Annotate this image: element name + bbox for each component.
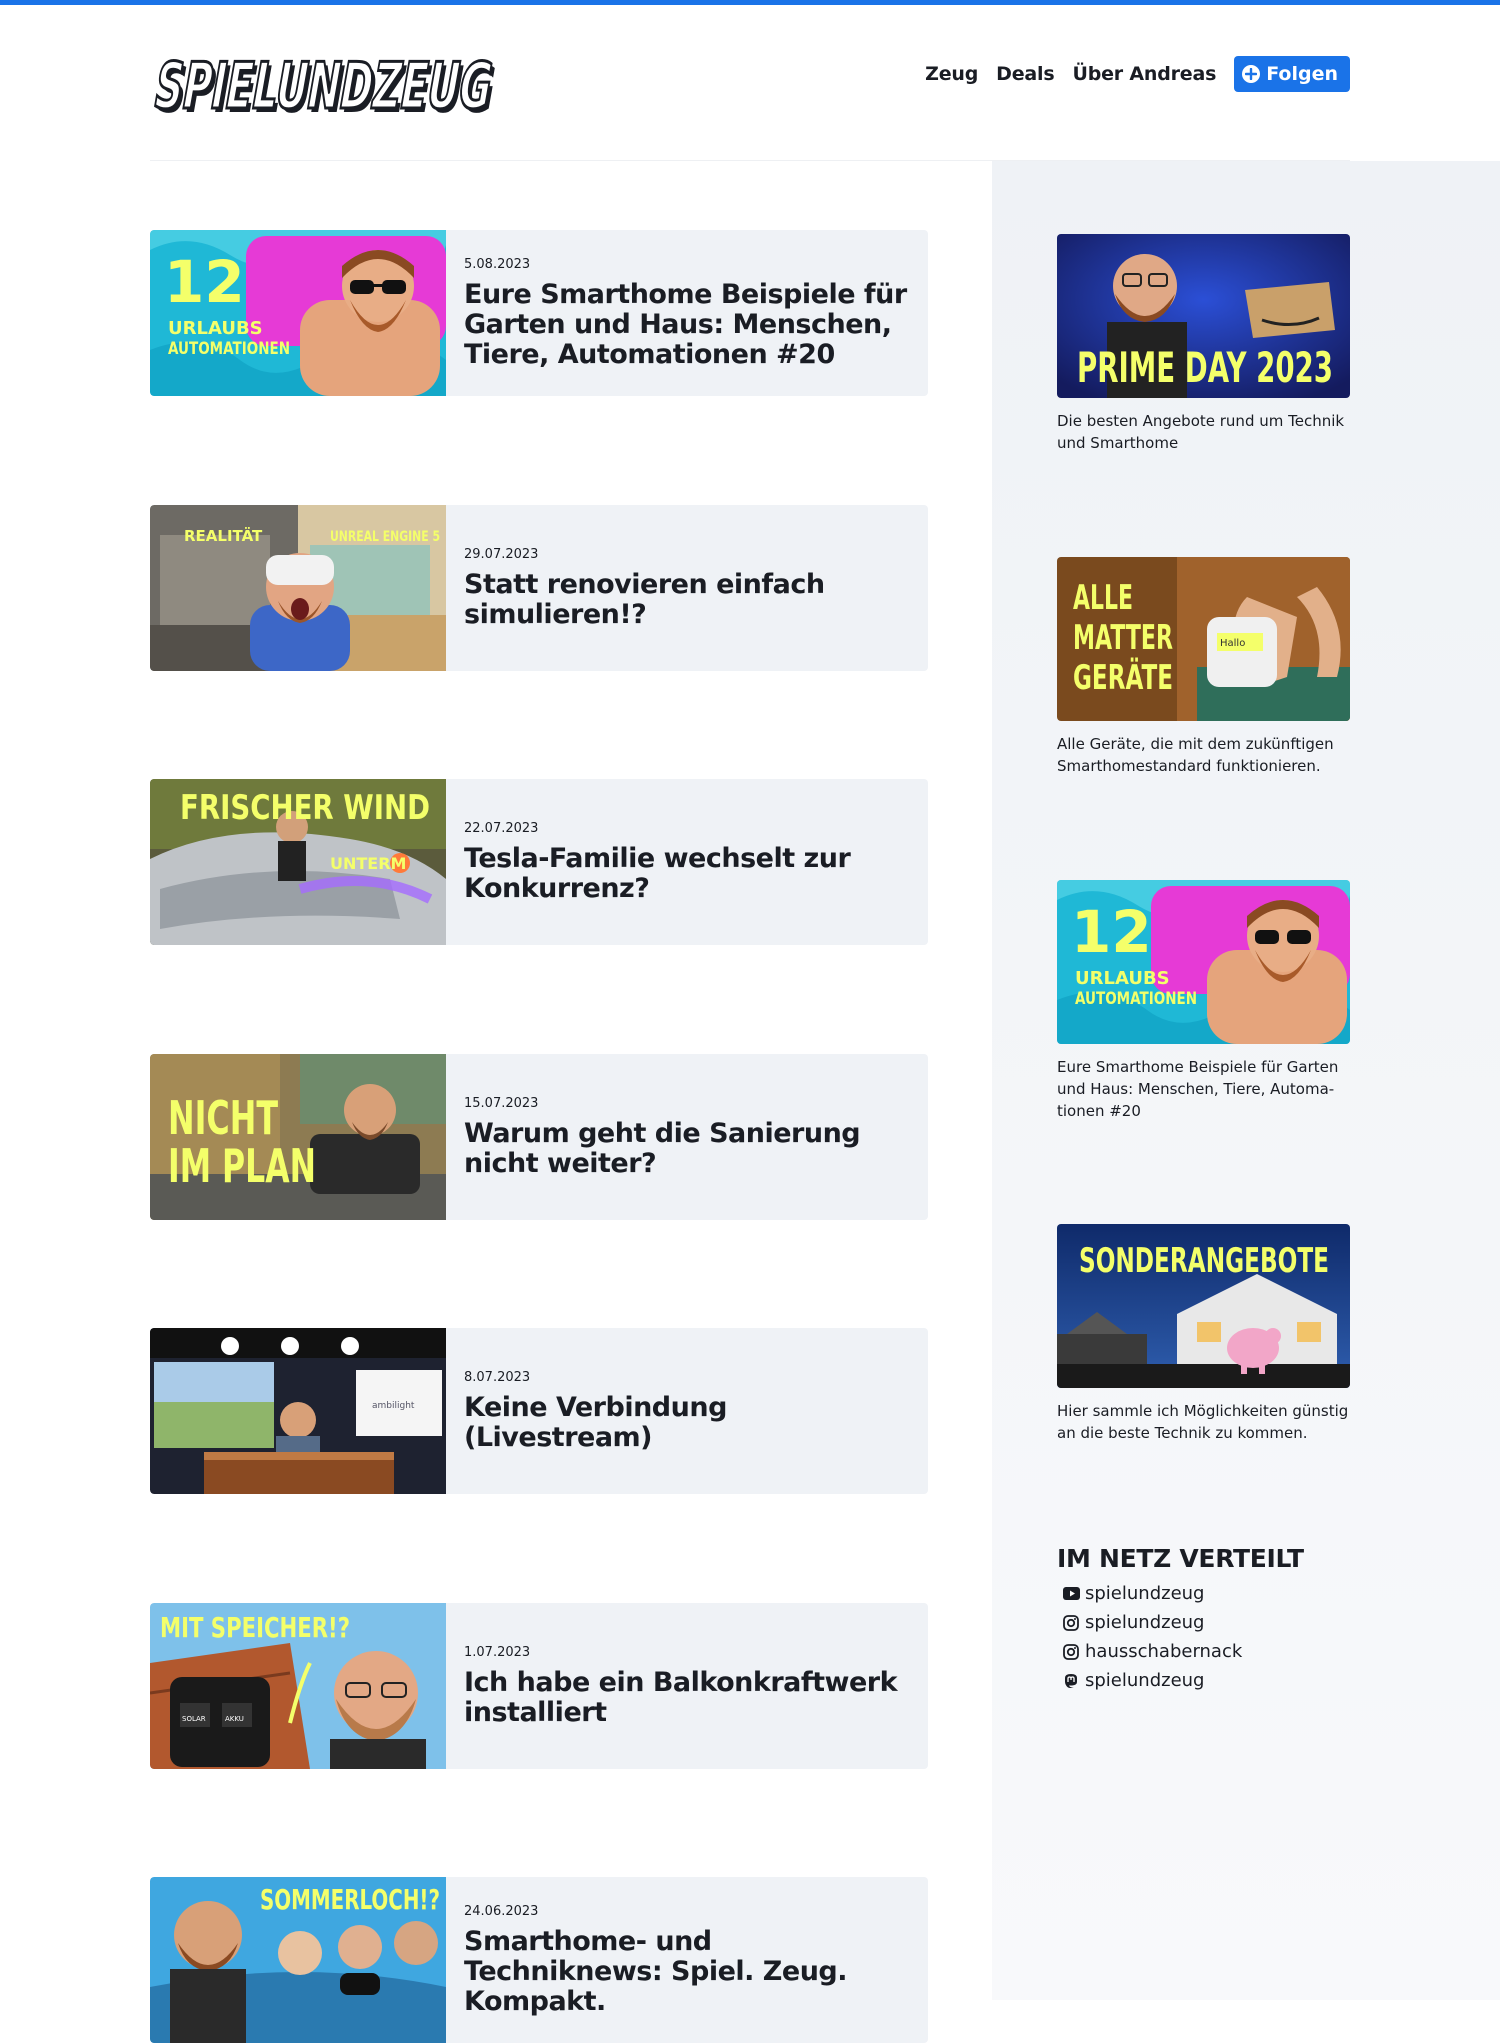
promo-image-text: MATTER [1073, 618, 1173, 658]
social-link-mastodon[interactable]: spielundzeug [1057, 1666, 1357, 1695]
article-date: 29.07.2023 [464, 546, 539, 562]
article-thumbnail[interactable]: ambilight [150, 1328, 446, 1494]
article-text: 8.07.2023 Keine Verbindung (Livestream) [464, 1328, 918, 1494]
social-link-label: hausschabernack [1085, 1641, 1243, 1662]
social-link-youtube[interactable]: spielundzeug [1057, 1579, 1357, 1608]
social-link-instagram-hausschabernack[interactable]: hausschabernack [1057, 1637, 1357, 1666]
social-heading: IM NETZ VERTEILT [1057, 1544, 1304, 1573]
article-date: 24.06.2023 [464, 1903, 539, 1919]
social-link-label: spielundzeug [1085, 1670, 1205, 1691]
social-link-label: spielundzeug [1085, 1583, 1205, 1604]
sidebar-promo-urlaubs[interactable]: 12 URLAUBS AUTOMATIONEN Eure Smarthome B… [1057, 880, 1350, 1122]
main-nav: Zeug Deals Über Andreas Folgen [907, 56, 1350, 92]
article-text: 5.08.2023 Eure Smarthome Beispiele für G… [464, 230, 918, 396]
sidebar-promo-sonderangebote[interactable]: SONDERANGEBOTE Hier sammle ich Möglichke… [1057, 1224, 1350, 1444]
promo-image-text: PRIME DAY 2023 [1077, 343, 1333, 392]
article-text: 15.07.2023 Warum geht die Sanierung nich… [464, 1054, 918, 1220]
article-text: 22.07.2023 Tesla-Familie wechselt zur Ko… [464, 779, 918, 945]
article-card[interactable]: NICHT IM PLAN 15.07.2023 Warum geht die … [150, 1054, 928, 1220]
article-date: 22.07.2023 [464, 820, 539, 836]
article-date: 1.07.2023 [464, 1644, 531, 1660]
article-card[interactable]: REALITÄT UNREAL ENGINE 5 29.07.2023 Stat… [150, 505, 928, 671]
article-text: 24.06.2023 Smarthome- und Techniknews: S… [464, 1877, 918, 2043]
youtube-icon [1063, 1585, 1085, 1603]
article-title[interactable]: Keine Verbindung (Livestream) [464, 1392, 918, 1453]
nav-item-ueber-andreas[interactable]: Über Andreas [1072, 63, 1216, 85]
article-thumbnail[interactable]: FRISCHER WIND UNTERM [150, 779, 446, 945]
instagram-icon [1063, 1643, 1085, 1661]
thumb-text: FRISCHER WIND [180, 788, 430, 828]
article-thumbnail[interactable]: NICHT IM PLAN [150, 1054, 446, 1220]
sidebar-promo-matter[interactable]: Hallo ALLE MATTER GERÄTE Alle Geräte, di… [1057, 557, 1350, 777]
social-link-instagram-spielundzeug[interactable]: spielundzeug [1057, 1608, 1357, 1637]
thumb-text: UNTERM [330, 854, 406, 873]
article-thumbnail[interactable]: SOLAR AKKU MIT SPEICHER!? [150, 1603, 446, 1769]
promo-description: Hier sammle ich Möglichkeiten güns­tig a… [1057, 1402, 1349, 1442]
logo-wordmark: SPIELUNDZEUG SPIELUNDZEUG [150, 48, 501, 126]
thumb-text: NICHT [168, 1091, 278, 1145]
article-card[interactable]: SOLAR AKKU MIT SPEICHER!? 1.07.2023 Ich … [150, 1603, 928, 1769]
promo-image-text: 12 [1071, 898, 1152, 966]
promo-image[interactable]: Hallo ALLE MATTER GERÄTE [1057, 557, 1350, 721]
plug-label: Hallo [1220, 638, 1245, 649]
article-card[interactable]: ambilight 8.07.2023 Keine Verbindung (Li… [150, 1328, 928, 1494]
social-links: IM NETZ VERTEILT spielundzeug spielundze… [1057, 1544, 1357, 1695]
thumb-text: ambilight [372, 1401, 415, 1411]
promo-description: Alle Geräte, die mit dem zukünftigen Sma… [1057, 735, 1334, 775]
thumb-text: IM PLAN [168, 1139, 316, 1193]
social-link-label: spielundzeug [1085, 1612, 1205, 1633]
thumb-text: SOLAR [182, 1715, 206, 1723]
site-logo[interactable]: SPIELUNDZEUG SPIELUNDZEUG [150, 38, 512, 126]
thumb-text: UNREAL ENGINE 5 [330, 529, 440, 545]
article-title[interactable]: Eure Smarthome Beispiele für Garten und … [464, 279, 918, 370]
promo-image[interactable]: 12 URLAUBS AUTOMATIONEN [1057, 880, 1350, 1044]
article-title[interactable]: Smarthome- und Techniknews: Spiel. Zeug.… [464, 1926, 918, 2017]
article-date: 8.07.2023 [464, 1369, 531, 1385]
thumb-text: AUTOMATIONEN [168, 339, 290, 359]
article-thumbnail[interactable]: 12 URLAUBS AUTOMATIONEN [150, 230, 446, 396]
article-date: 15.07.2023 [464, 1095, 539, 1111]
article-card[interactable]: FRISCHER WIND UNTERM 22.07.2023 Tesla-Fa… [150, 779, 928, 945]
thumb-text: REALITÄT [184, 526, 263, 545]
mastodon-icon [1063, 1672, 1085, 1690]
article-text: 29.07.2023 Statt renovieren einfach simu… [464, 505, 918, 671]
nav-item-zeug[interactable]: Zeug [925, 63, 978, 85]
top-accent-bar [0, 0, 1500, 5]
article-thumbnail[interactable]: SOMMERLOCH!? [150, 1877, 446, 2043]
thumb-text: MIT SPEICHER!? [160, 1611, 350, 1644]
article-text: 1.07.2023 Ich habe ein Balkonkraftwerk i… [464, 1603, 918, 1769]
article-thumbnail[interactable]: REALITÄT UNREAL ENGINE 5 [150, 505, 446, 671]
article-date: 5.08.2023 [464, 256, 531, 272]
plus-circle-icon [1242, 65, 1261, 83]
thumb-text: AKKU [225, 1715, 244, 1723]
thumb-text: SOMMERLOCH!? [260, 1883, 440, 1916]
promo-image[interactable]: SONDERANGEBOTE [1057, 1224, 1350, 1388]
follow-button-label: Folgen [1266, 63, 1338, 85]
article-title[interactable]: Warum geht die Sanierung nicht weiter? [464, 1118, 918, 1179]
article-title[interactable]: Statt renovieren einfach simulieren!? [464, 569, 918, 630]
article-title[interactable]: Ich habe ein Balkonkraftwerk installiert [464, 1667, 918, 1728]
promo-image-text: URLAUBS [1075, 968, 1170, 989]
promo-image-text: ALLE [1073, 578, 1133, 618]
thumb-text: 12 [164, 248, 245, 316]
instagram-icon [1063, 1614, 1085, 1632]
thumb-text: URLAUBS [168, 318, 263, 339]
article-title[interactable]: Tesla-Familie wechselt zur Konkurrenz? [464, 843, 918, 904]
article-card[interactable]: 12 URLAUBS AUTOMATIONEN 5.08.2023 Eure S… [150, 230, 928, 396]
sidebar-promo-prime-day[interactable]: PRIME DAY 2023 Die besten Angebote rund … [1057, 234, 1350, 454]
promo-image-text: AUTOMATIONEN [1075, 989, 1197, 1009]
article-card[interactable]: SOMMERLOCH!? 24.06.2023 Smarthome- und T… [150, 1877, 928, 2043]
promo-description: Eure Smarthome Beispiele für Garten und … [1057, 1058, 1339, 1120]
promo-description: Die besten Angebote rund um Technik und … [1057, 412, 1345, 452]
promo-image-text: GERÄTE [1073, 657, 1173, 698]
promo-image[interactable]: PRIME DAY 2023 [1057, 234, 1350, 398]
follow-button[interactable]: Folgen [1234, 56, 1350, 92]
promo-image-text: SONDERANGEBOTE [1079, 1241, 1329, 1281]
svg-text:SPIELUNDZEUG: SPIELUNDZEUG [150, 49, 498, 123]
nav-item-deals[interactable]: Deals [996, 63, 1055, 85]
